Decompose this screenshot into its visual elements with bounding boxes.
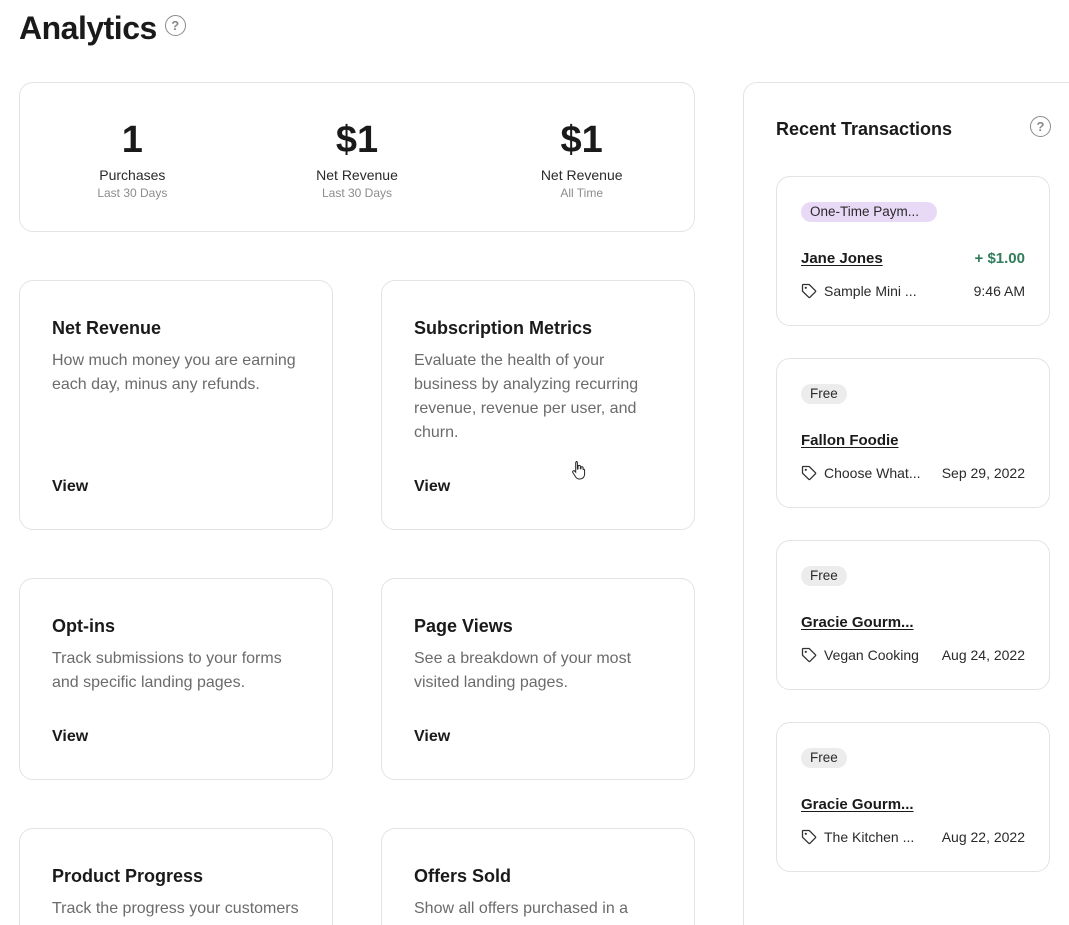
- stat-period: Last 30 Days: [97, 186, 168, 200]
- subscription-metrics-card[interactable]: Subscription Metrics Evaluate the health…: [381, 280, 695, 530]
- opt-ins-view-link[interactable]: View: [52, 728, 88, 746]
- transaction-card[interactable]: Free Gracie Gourm... Vegan Cooking Aug 2…: [776, 540, 1050, 690]
- recent-transactions-panel: Recent Transactions ? One-Time Paym... J…: [743, 82, 1069, 925]
- product-name: Choose What...: [824, 465, 921, 481]
- transaction-card[interactable]: Free Fallon Foodie Choose What... Sep 29…: [776, 358, 1050, 508]
- page-views-card[interactable]: Page Views See a breakdown of your most …: [381, 578, 695, 780]
- tag-icon: [801, 647, 817, 663]
- card-description: Track submissions to your forms and spec…: [52, 650, 282, 691]
- subscription-metrics-view-link[interactable]: View: [414, 478, 450, 496]
- transaction-card[interactable]: Free Gracie Gourm... The Kitchen ... Aug…: [776, 722, 1050, 872]
- transaction-amount: + $1.00: [974, 250, 1025, 267]
- product-name: The Kitchen ...: [824, 829, 915, 845]
- card-description: Track the progress your customers: [52, 900, 299, 917]
- tag-icon: [801, 283, 817, 299]
- page-title: Analytics: [19, 10, 157, 46]
- transaction-date: Aug 22, 2022: [941, 829, 1025, 845]
- help-icon[interactable]: ?: [1030, 116, 1051, 137]
- stat-purchases: 1 Purchases Last 30 Days: [20, 83, 245, 231]
- stat-period: All Time: [560, 186, 604, 200]
- stat-label: Net Revenue: [540, 167, 623, 183]
- hand-cursor-icon: [572, 461, 586, 480]
- net-revenue-card[interactable]: Net Revenue How much money you are earni…: [19, 280, 333, 530]
- panel-title: Recent Transactions: [776, 119, 953, 139]
- stat-net-revenue-30d: $1 Net Revenue Last 30 Days: [245, 83, 470, 231]
- product-tag: Vegan Cooking: [801, 647, 919, 663]
- card-title: Opt-ins: [52, 616, 115, 636]
- stat-label: Net Revenue: [316, 167, 398, 183]
- card-title: Page Views: [414, 616, 513, 636]
- card-description: Show all offers purchased in a: [414, 900, 629, 917]
- stat-value: $1: [560, 119, 603, 161]
- card-description: How much money you are earning each day,…: [52, 352, 296, 393]
- product-name: Sample Mini ...: [824, 283, 917, 299]
- payment-type-badge: Free: [801, 566, 847, 586]
- card-title: Net Revenue: [52, 318, 162, 338]
- transaction-card[interactable]: One-Time Paym... Jane Jones + $1.00 Samp…: [776, 176, 1050, 326]
- stat-label: Purchases: [99, 167, 166, 183]
- product-tag: The Kitchen ...: [801, 829, 914, 845]
- card-title: Subscription Metrics: [414, 318, 593, 338]
- card-description: See a breakdown of your most visited lan…: [414, 650, 632, 691]
- help-icon[interactable]: ?: [164, 15, 186, 36]
- customer-name-link[interactable]: Jane Jones: [801, 250, 883, 267]
- customer-name-link[interactable]: Fallon Foodie: [801, 432, 899, 449]
- stat-period: Last 30 Days: [321, 186, 393, 200]
- stat-net-revenue-all-time: $1 Net Revenue All Time: [469, 83, 694, 231]
- payment-type-badge: One-Time Paym...: [801, 202, 937, 222]
- stat-value: 1: [121, 119, 143, 161]
- opt-ins-card[interactable]: Opt-ins Track submissions to your forms …: [19, 578, 333, 780]
- tag-icon: [801, 829, 817, 845]
- tag-icon: [801, 465, 817, 481]
- product-name: Vegan Cooking: [824, 647, 919, 663]
- customer-name-link[interactable]: Gracie Gourm...: [801, 796, 914, 813]
- product-tag: Sample Mini ...: [801, 283, 917, 299]
- page-views-view-link[interactable]: View: [414, 728, 450, 746]
- product-progress-card[interactable]: Product Progress Track the progress your…: [19, 828, 333, 925]
- transaction-date: Sep 29, 2022: [941, 465, 1025, 481]
- card-description: Evaluate the health of your business by …: [414, 352, 639, 441]
- card-title: Offers Sold: [414, 866, 512, 886]
- payment-type-badge: Free: [801, 748, 847, 768]
- page-header: Analytics ?: [19, 10, 186, 47]
- transaction-date: Aug 24, 2022: [941, 647, 1025, 663]
- net-revenue-view-link[interactable]: View: [52, 478, 88, 496]
- customer-name-link[interactable]: Gracie Gourm...: [801, 614, 914, 631]
- card-title: Product Progress: [52, 866, 204, 886]
- stats-summary-card: 1 Purchases Last 30 Days $1 Net Revenue …: [19, 82, 695, 232]
- product-tag: Choose What...: [801, 465, 921, 481]
- stat-value: $1: [335, 119, 379, 161]
- transaction-time: 9:46 AM: [973, 283, 1025, 299]
- offers-sold-card[interactable]: Offers Sold Show all offers purchased in…: [381, 828, 695, 925]
- payment-type-badge: Free: [801, 384, 847, 404]
